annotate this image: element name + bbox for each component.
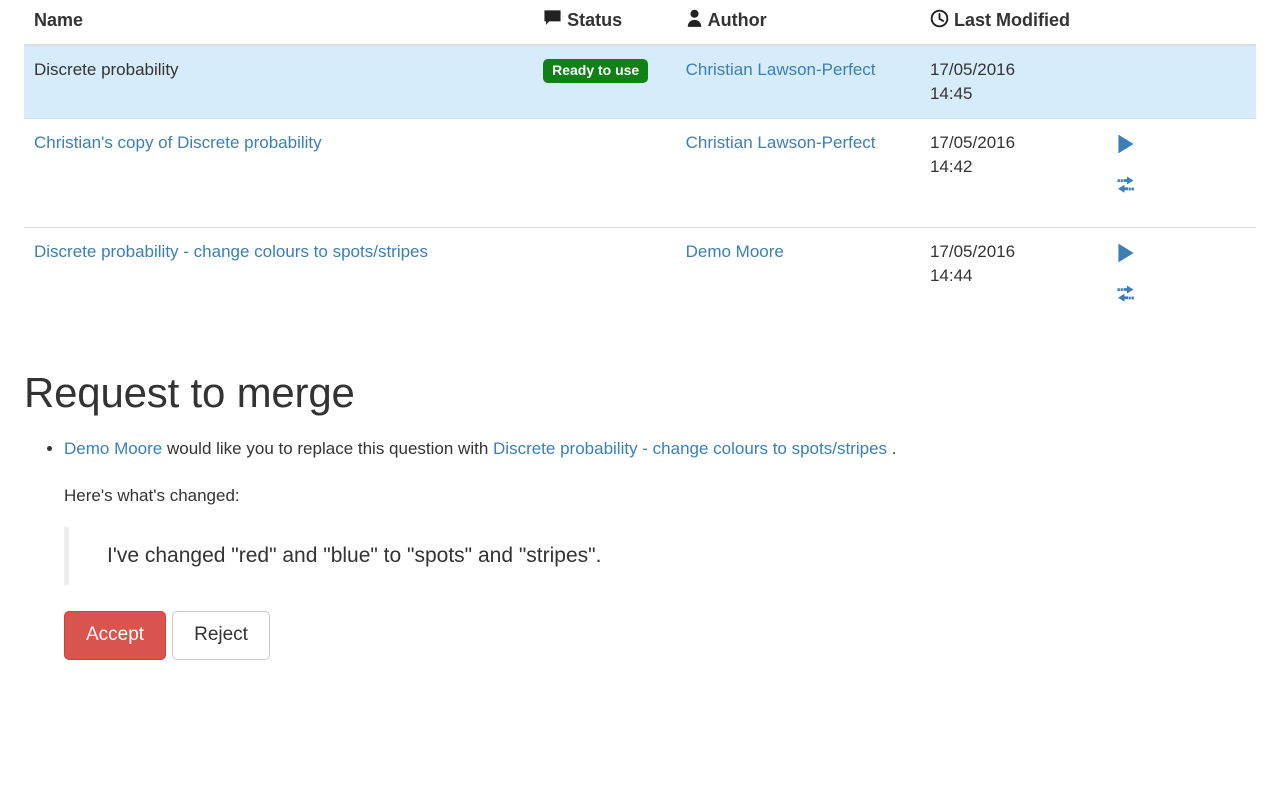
accept-button[interactable]: Accept bbox=[64, 611, 167, 661]
cell-status: Ready to use bbox=[533, 44, 676, 119]
play-icon[interactable] bbox=[1113, 131, 1139, 157]
status-badge: Ready to use bbox=[543, 58, 649, 83]
author-link[interactable]: Christian Lawson-Perfect bbox=[686, 133, 876, 152]
column-header-status[interactable]: Status bbox=[533, 0, 676, 46]
question-name-link[interactable]: Christian's copy of Discrete probability bbox=[34, 133, 322, 152]
changes-blockquote: I've changed "red" and "blue" to "spots"… bbox=[64, 526, 1239, 586]
clock-icon bbox=[930, 9, 949, 28]
cell-last-modified: 17/05/2016 14:44 bbox=[919, 226, 1104, 336]
column-header-author[interactable]: Author bbox=[675, 0, 920, 46]
modified-time: 14:42 bbox=[929, 156, 973, 176]
cell-author: Demo Moore bbox=[675, 226, 920, 336]
table-row[interactable]: Discrete probability Ready to use Christ… bbox=[24, 44, 1256, 119]
column-header-name-label: Name bbox=[34, 10, 84, 30]
cell-name: Discrete probability - change colours to… bbox=[24, 226, 534, 336]
column-header-author-label: Author bbox=[707, 10, 767, 30]
table-row[interactable]: Discrete probability - change colours to… bbox=[24, 226, 1256, 336]
requester-link[interactable]: Demo Moore bbox=[64, 439, 162, 458]
questions-table-wrapper: Name Status Author Last Modified Discret… bbox=[0, 0, 1263, 336]
table-body: Discrete probability Ready to use Christ… bbox=[24, 44, 1256, 336]
table-header-row: Name Status Author Last Modified bbox=[24, 0, 1256, 46]
cell-actions bbox=[1103, 44, 1256, 119]
author-link[interactable]: Demo Moore bbox=[686, 242, 784, 261]
merge-request-list: Demo Moore would like you to replace thi… bbox=[24, 436, 1239, 661]
question-name: Discrete probability bbox=[34, 59, 179, 79]
request-to-merge-section: Request to merge Demo Moore would like y… bbox=[0, 336, 1263, 661]
exchange-icon[interactable] bbox=[1113, 280, 1139, 306]
reject-button[interactable]: Reject bbox=[172, 611, 270, 661]
cell-author: Christian Lawson-Perfect bbox=[675, 44, 920, 119]
modified-date: 17/05/2016 bbox=[929, 241, 1016, 261]
cell-name: Discrete probability bbox=[24, 44, 534, 119]
page-title: Request to merge bbox=[24, 368, 355, 416]
cell-name: Christian's copy of Discrete probability bbox=[24, 117, 534, 228]
exchange-icon[interactable] bbox=[1113, 171, 1139, 197]
merge-actions: Accept Reject bbox=[64, 611, 1239, 661]
user-icon bbox=[686, 9, 703, 28]
column-header-last-modified[interactable]: Last Modified bbox=[919, 0, 1256, 46]
column-header-last-modified-label: Last Modified bbox=[953, 10, 1070, 30]
column-header-name[interactable]: Name bbox=[24, 0, 534, 46]
table-header: Name Status Author Last Modified bbox=[24, 0, 1256, 46]
cell-status bbox=[533, 226, 676, 336]
merge-sentence-end: . bbox=[887, 438, 897, 458]
cell-last-modified: 17/05/2016 14:42 bbox=[919, 117, 1104, 228]
comment-icon bbox=[543, 9, 562, 28]
target-question-link[interactable]: Discrete probability - change colours to… bbox=[493, 439, 887, 458]
modified-date: 17/05/2016 bbox=[929, 132, 1016, 152]
cell-actions bbox=[1103, 226, 1256, 336]
questions-table: Name Status Author Last Modified Discret… bbox=[24, 0, 1256, 336]
question-name-link[interactable]: Discrete probability - change colours to… bbox=[34, 242, 428, 261]
table-row[interactable]: Christian's copy of Discrete probability… bbox=[24, 117, 1256, 228]
cell-status bbox=[533, 117, 676, 228]
author-link[interactable]: Christian Lawson-Perfect bbox=[686, 60, 876, 79]
modified-date: 17/05/2016 bbox=[929, 59, 1016, 79]
cell-author: Christian Lawson-Perfect bbox=[675, 117, 920, 228]
play-icon[interactable] bbox=[1113, 240, 1139, 266]
merge-sentence-middle: would like you to replace this question … bbox=[162, 438, 494, 458]
cell-actions bbox=[1103, 117, 1256, 228]
column-header-status-label: Status bbox=[567, 10, 623, 30]
modified-time: 14:45 bbox=[929, 83, 973, 103]
cell-last-modified: 17/05/2016 14:45 bbox=[919, 44, 1104, 119]
modified-time: 14:44 bbox=[929, 265, 973, 285]
list-item: Demo Moore would like you to replace thi… bbox=[64, 436, 1239, 661]
changes-intro: Here's what's changed: bbox=[64, 486, 240, 506]
